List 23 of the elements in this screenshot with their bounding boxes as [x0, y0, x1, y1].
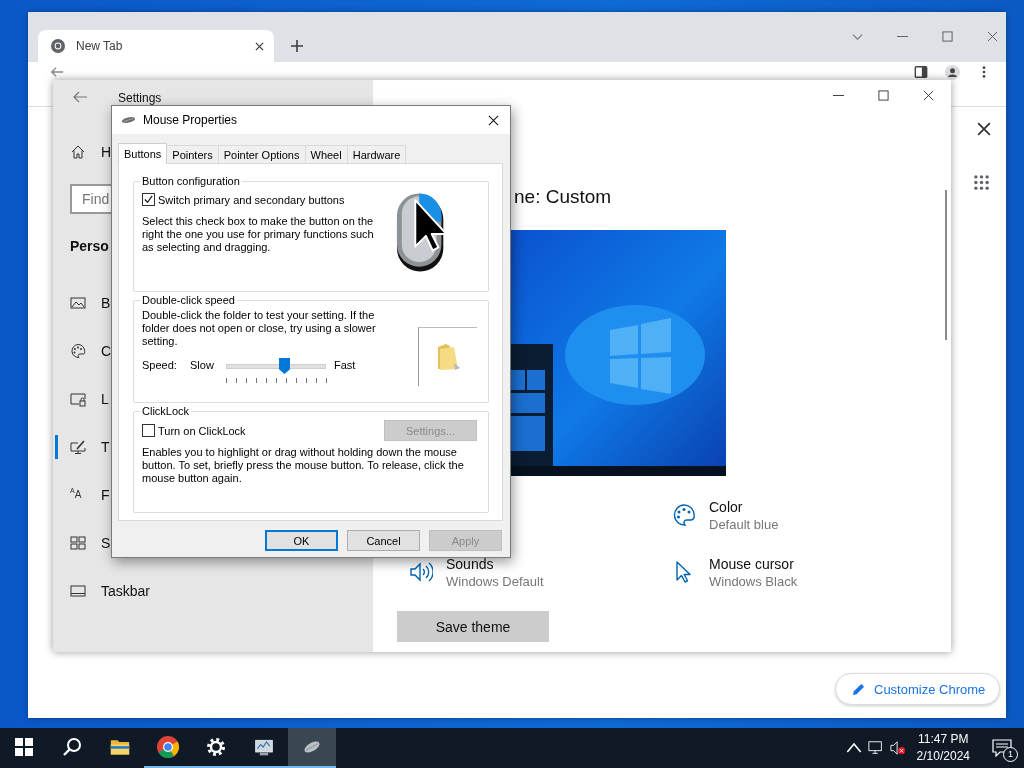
option-value: Default blue — [709, 517, 779, 532]
dialog-title: Mouse Properties — [143, 113, 238, 127]
group-title: Double-click speed — [141, 294, 236, 306]
description: Enables you to highlight or drag without holding down the mouse button. To set, briefly press the mouse button. To release, click the mouse button again. — [142, 446, 465, 485]
description: Double-click the folder to test your setting. If the folder does not open or close, try using a slower setting. — [142, 309, 377, 348]
window-title: Settings — [118, 91, 162, 105]
notification-badge: 1 — [1003, 747, 1018, 762]
page-heading: ne: Custom — [514, 186, 612, 208]
group-title: ClickLock — [141, 405, 191, 417]
clock-time: 11:47 PM — [918, 731, 969, 748]
option-title: Sounds — [446, 556, 495, 572]
font-icon: $^{A}$A — [70, 487, 86, 503]
clock-date: 2/10/2024 — [916, 748, 970, 765]
option-value: Windows Default — [446, 574, 544, 589]
fast-label: Fast — [334, 358, 356, 372]
slow-label: Slow — [190, 358, 215, 372]
option-value: Windows Black — [709, 574, 798, 589]
option-title: Mouse cursor — [709, 556, 795, 572]
section-heading: Perso — [70, 238, 109, 254]
description: Select this check box to make the button on the right the one you use for primary functions such as selecting and dragging. — [142, 215, 375, 254]
option-title: Color — [709, 499, 744, 515]
speed-label: Speed: — [142, 358, 178, 372]
group-title: Button configuration — [141, 175, 241, 187]
